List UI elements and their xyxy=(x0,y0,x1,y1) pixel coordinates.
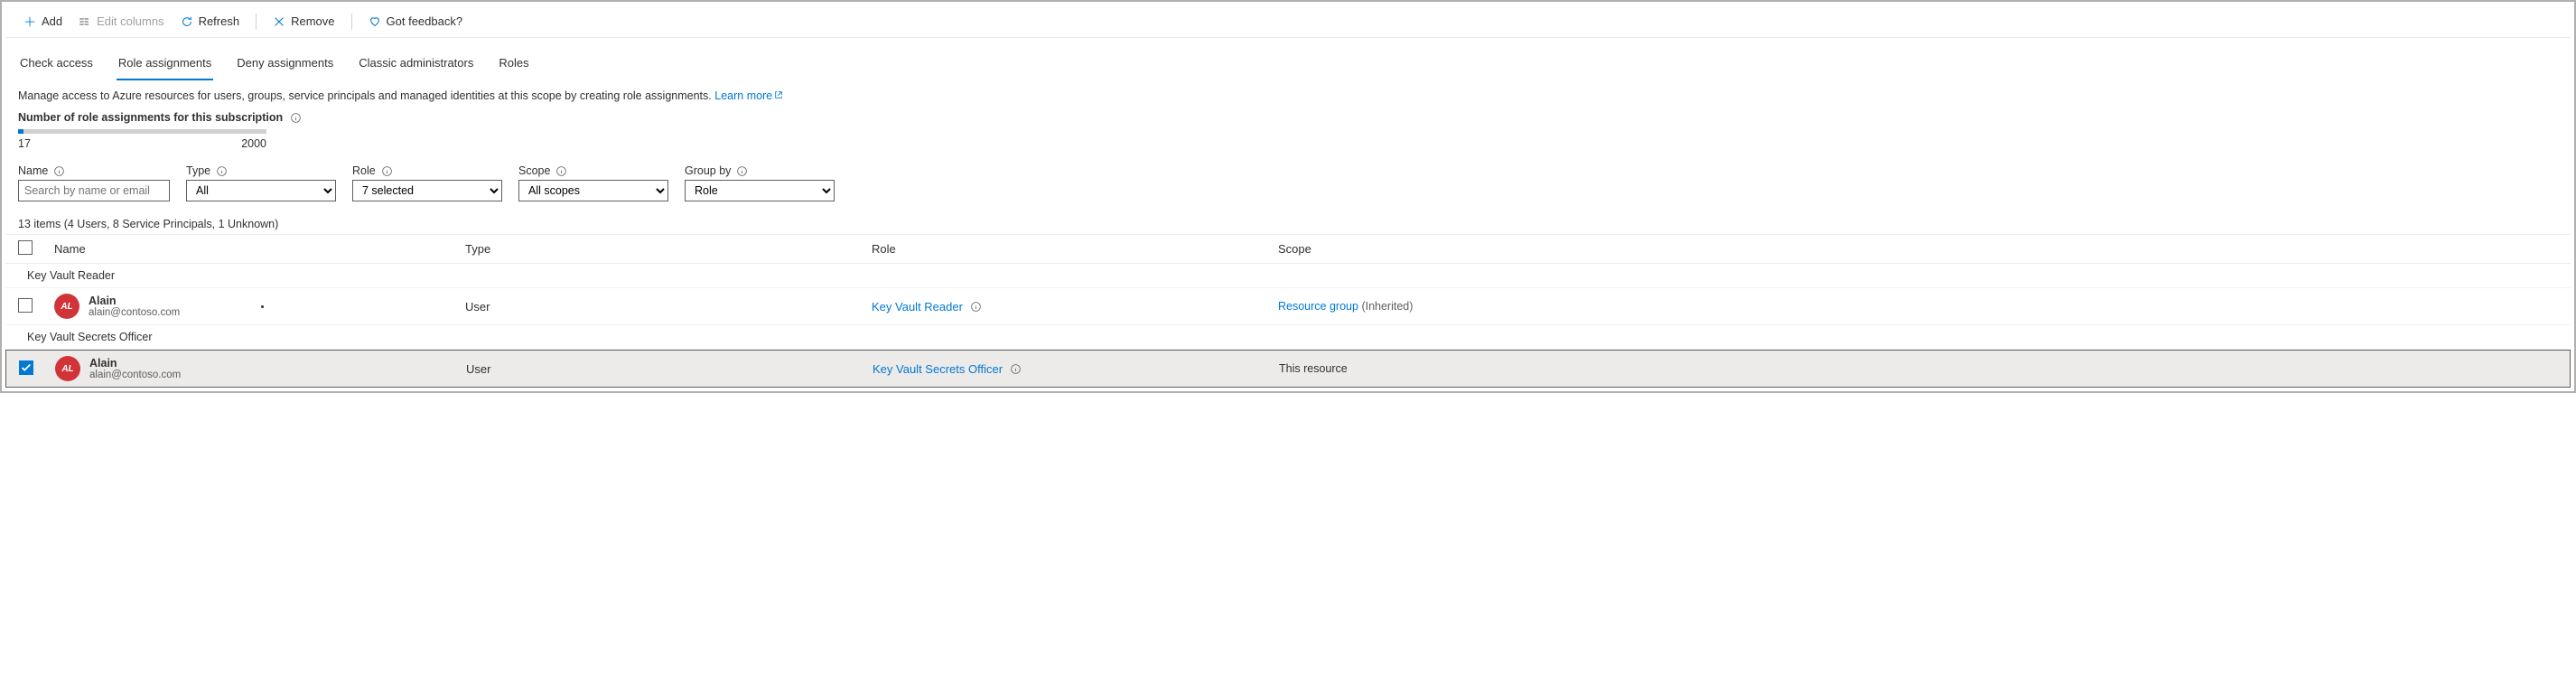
items-summary: 13 items (4 Users, 8 Service Principals,… xyxy=(5,209,2571,234)
info-icon[interactable] xyxy=(381,165,393,177)
plus-icon xyxy=(23,15,36,28)
search-input[interactable] xyxy=(18,180,170,201)
type-cell: User xyxy=(466,362,873,376)
info-icon[interactable] xyxy=(970,301,982,313)
feedback-button[interactable]: Got feedback? xyxy=(363,11,469,32)
scope-text: This resource xyxy=(1279,362,2557,375)
type-filter[interactable]: All xyxy=(186,180,336,201)
type-cell: User xyxy=(465,300,872,314)
tab-deny-assignments[interactable]: Deny assignments xyxy=(235,52,335,80)
command-bar: Add Edit columns Refresh Remove Got feed… xyxy=(5,5,2571,38)
user-email: alain@contoso.com xyxy=(89,370,181,380)
groupby-filter[interactable]: Role xyxy=(685,180,835,201)
quota-section: Number of role assignments for this subs… xyxy=(5,106,2571,157)
user-name: Alain xyxy=(89,295,180,307)
info-icon[interactable] xyxy=(1010,363,1022,375)
scope-filter[interactable]: All scopes xyxy=(518,180,668,201)
external-link-icon xyxy=(774,90,783,99)
group-header: Key Vault Secrets Officer xyxy=(5,325,2571,350)
filter-scope-label: Scope xyxy=(518,164,550,177)
tab-check-access[interactable]: Check access xyxy=(18,52,95,80)
quota-max: 2000 xyxy=(241,137,266,150)
select-all-checkbox[interactable] xyxy=(18,240,33,255)
heart-icon xyxy=(369,15,381,28)
scope-suffix: (Inherited) xyxy=(1361,300,1413,313)
feedback-label: Got feedback? xyxy=(387,14,463,28)
role-assignments-table: Name Type Role Scope Key Vault Reader AL… xyxy=(5,234,2571,388)
remove-label: Remove xyxy=(291,14,334,28)
description-text: Manage access to Azure resources for use… xyxy=(5,80,2571,106)
filter-name-label: Name xyxy=(18,164,48,177)
col-role[interactable]: Role xyxy=(872,242,1278,256)
columns-icon xyxy=(79,15,91,28)
quota-bar xyxy=(18,129,266,134)
role-filter[interactable]: 7 selected xyxy=(352,180,502,201)
filter-type-label: Type xyxy=(186,164,210,177)
col-type[interactable]: Type xyxy=(465,242,872,256)
row-checkbox[interactable] xyxy=(18,298,33,313)
filter-role-label: Role xyxy=(352,164,376,177)
info-icon[interactable] xyxy=(53,165,65,177)
add-label: Add xyxy=(42,14,62,28)
info-icon[interactable] xyxy=(555,165,567,177)
col-scope[interactable]: Scope xyxy=(1278,242,2558,256)
user-name: Alain xyxy=(89,357,181,370)
edit-columns-label: Edit columns xyxy=(97,14,163,28)
row-checkbox[interactable] xyxy=(19,360,33,375)
filter-row: Name Type All Role 7 selected Scope All … xyxy=(5,157,2571,209)
table-header: Name Type Role Scope xyxy=(5,234,2571,264)
refresh-icon xyxy=(181,15,193,28)
tab-classic-administrators[interactable]: Classic administrators xyxy=(357,52,475,80)
close-icon xyxy=(273,15,285,28)
quota-current: 17 xyxy=(18,137,31,150)
quota-fill xyxy=(18,129,23,134)
info-icon[interactable] xyxy=(290,112,302,124)
quota-label: Number of role assignments for this subs… xyxy=(18,111,283,124)
check-icon xyxy=(20,361,33,374)
role-link[interactable]: Key Vault Reader xyxy=(872,300,963,314)
avatar: AL xyxy=(54,294,79,319)
user-email: alain@contoso.com xyxy=(89,307,180,318)
table-row[interactable]: AL Alain alain@contoso.com User Key Vaul… xyxy=(5,350,2571,388)
role-link[interactable]: Key Vault Secrets Officer xyxy=(873,362,1003,376)
avatar: AL xyxy=(55,356,80,381)
col-name[interactable]: Name xyxy=(54,242,465,256)
add-button[interactable]: Add xyxy=(18,11,68,32)
scope-link[interactable]: Resource group xyxy=(1278,300,1358,313)
info-icon[interactable] xyxy=(216,165,228,177)
info-icon[interactable] xyxy=(736,165,748,177)
tab-roles[interactable]: Roles xyxy=(497,52,530,80)
refresh-button[interactable]: Refresh xyxy=(175,11,246,32)
filter-groupby-label: Group by xyxy=(685,164,731,177)
table-row[interactable]: AL Alain alain@contoso.com User Key Vaul… xyxy=(5,288,2571,325)
remove-button[interactable]: Remove xyxy=(267,11,340,32)
learn-more-link[interactable]: Learn more xyxy=(714,89,783,102)
indicator-dot xyxy=(261,305,264,308)
group-header: Key Vault Reader xyxy=(5,264,2571,288)
tab-bar: Check access Role assignments Deny assig… xyxy=(5,38,2571,80)
tab-role-assignments[interactable]: Role assignments xyxy=(117,52,213,80)
refresh-label: Refresh xyxy=(199,14,240,28)
separator xyxy=(256,14,257,30)
separator xyxy=(351,14,352,30)
edit-columns-button: Edit columns xyxy=(73,11,169,32)
